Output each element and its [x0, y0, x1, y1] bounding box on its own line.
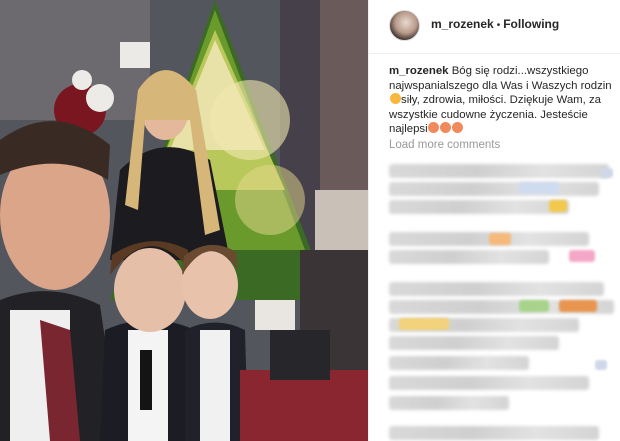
- photo-scene: [0, 0, 368, 441]
- post-photo[interactable]: [0, 0, 368, 441]
- blurred-emoji: [519, 300, 549, 312]
- blurred-emoji: [569, 250, 595, 262]
- caption-text-2: siły, zdrowia, miłości. Dziękuje Wam, za…: [389, 94, 602, 136]
- avatar[interactable]: [389, 10, 420, 41]
- header-line: m_rozenek • Following: [431, 17, 559, 31]
- blurred-comment: [389, 396, 509, 410]
- blurred-comment: [389, 376, 589, 390]
- follow-button[interactable]: Following: [503, 17, 559, 31]
- post-caption: m_rozenek Bóg się rodzi...wszystkiego na…: [389, 64, 617, 137]
- blurred-comment: [389, 182, 599, 196]
- comment-bubble-icon[interactable]: [595, 360, 607, 370]
- separator-dot: •: [496, 20, 501, 31]
- blurred-comment: [389, 250, 549, 264]
- blurred-emoji: [549, 200, 567, 212]
- blurred-comment: [389, 200, 569, 214]
- comment-bubble-icon[interactable]: [601, 168, 613, 178]
- kiss-emoji-icon: [428, 122, 440, 134]
- blurred-comment: [389, 336, 559, 350]
- post-side-panel: m_rozenek • Following m_rozenek Bóg się ro…: [368, 0, 620, 441]
- username-link[interactable]: m_rozenek: [431, 17, 494, 31]
- blurred-comment: [389, 164, 609, 178]
- blurred-emoji: [399, 318, 449, 330]
- blurred-emoji: [559, 300, 597, 312]
- caption-username[interactable]: m_rozenek: [389, 65, 449, 77]
- smile-emoji-icon: [389, 93, 401, 105]
- blurred-emoji: [519, 182, 559, 194]
- load-more-comments-link[interactable]: Load more comments: [389, 139, 500, 151]
- blurred-comment: [389, 282, 604, 296]
- kiss-emoji-icon: [440, 122, 452, 134]
- blurred-comment: [389, 356, 529, 370]
- blurred-comment: [389, 426, 599, 440]
- blurred-emoji: [489, 233, 511, 245]
- post-header: m_rozenek • Following: [369, 0, 620, 54]
- kiss-emoji-icon: [452, 122, 464, 134]
